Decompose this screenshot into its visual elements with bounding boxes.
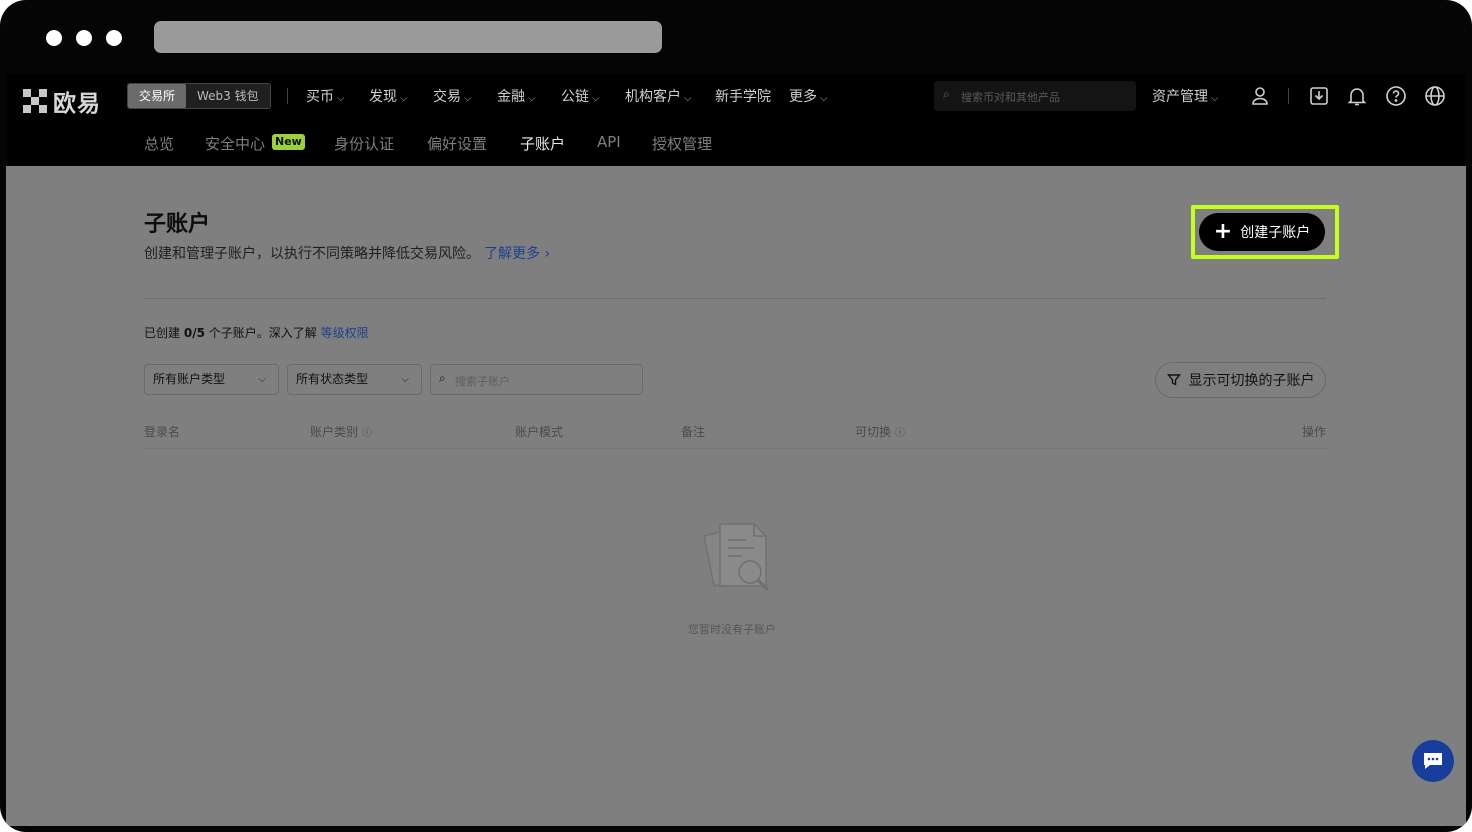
brand-logo[interactable]: 欧易 — [23, 84, 101, 118]
global-search-input[interactable]: ⌕ 搜索币对和其他产品 — [934, 81, 1136, 111]
learn-more-link[interactable]: 了解更多 › — [484, 246, 550, 262]
nav-item-institutional[interactable]: 机构客户 ⌵ — [625, 86, 692, 106]
logo-mark-icon — [23, 89, 47, 113]
status-type-select[interactable]: 所有状态类型 ⌵ — [287, 364, 422, 395]
empty-state-text: 您暂时没有子账户 — [688, 623, 776, 636]
nav-item-discover[interactable]: 发现 ⌵ — [369, 86, 408, 106]
chevron-down-icon: ⌵ — [528, 93, 536, 104]
chevron-down-icon: ⌵ — [684, 93, 692, 104]
create-subaccount-button[interactable]: + 创建子账户 — [1199, 213, 1325, 251]
bell-icon[interactable] — [1346, 85, 1368, 107]
chevron-down-icon: ⌵ — [464, 93, 472, 104]
nav-item-chain[interactable]: 公链 ⌵ — [561, 86, 600, 106]
user-icon[interactable] — [1249, 85, 1271, 107]
new-badge: New — [272, 134, 305, 150]
level-permission-link[interactable]: 等级权限 — [321, 326, 369, 340]
col-header-login: 登录名 — [144, 425, 181, 439]
top-navbar: 欧易 交易所 Web3 钱包 买币 ⌵ 发现 ⌵ 交易 ⌵ 金融 ⌵ 公链 ⌵ 机构客户 ⌵… — [6, 74, 1466, 118]
chevron-down-icon: ⌵ — [401, 374, 409, 385]
col-header-actions: 操作 — [1302, 425, 1327, 439]
plus-icon: + — [1213, 219, 1233, 244]
info-icon: ⓘ — [894, 428, 905, 439]
subnav-security[interactable]: 安全中心 — [205, 133, 265, 154]
tab-exchange[interactable]: 交易所 — [128, 84, 187, 108]
chevron-down-icon: ⌵ — [820, 93, 828, 104]
table-header-divider — [144, 448, 1326, 449]
highlight-box: + 创建子账户 — [1191, 205, 1339, 259]
chevron-down-icon: ⌵ — [400, 93, 408, 104]
chat-support-button[interactable] — [1412, 740, 1454, 782]
chevron-down-icon: ⌵ — [258, 374, 266, 385]
main-content: 子账户 创建和管理子账户，以执行不同策略并降低交易风险。 了解更多 › + 创建子… — [6, 166, 1466, 826]
subnav-preferences[interactable]: 偏好设置 — [427, 133, 487, 154]
browser-frame: 欧易 交易所 Web3 钱包 买币 ⌵ 发现 ⌵ 交易 ⌵ 金融 ⌵ 公链 ⌵ 机构客户 ⌵… — [0, 0, 1472, 832]
subnav-overview[interactable]: 总览 — [144, 133, 174, 154]
show-switchable-button[interactable]: 显示可切换的子账户 — [1155, 362, 1326, 398]
window-maximize-dot[interactable] — [106, 30, 122, 46]
chevron-down-icon: ⌵ — [1211, 93, 1219, 104]
window-minimize-dot[interactable] — [76, 30, 92, 46]
chevron-right-icon: › — [544, 246, 551, 262]
subnav-api[interactable]: API — [597, 133, 621, 151]
chevron-down-icon: ⌵ — [337, 93, 345, 104]
account-type-select[interactable]: 所有账户类型 ⌵ — [144, 364, 279, 395]
subnav-authorization[interactable]: 授权管理 — [652, 133, 712, 154]
col-header-remark: 备注 — [681, 425, 706, 439]
logo-text: 欧易 — [53, 91, 101, 117]
mode-switch: 交易所 Web3 钱包 — [127, 83, 271, 109]
tab-web3-wallet[interactable]: Web3 钱包 — [186, 84, 270, 108]
window-titlebar — [0, 0, 1472, 74]
search-icon: ⌕ — [943, 87, 950, 101]
subaccount-search-input[interactable]: ⌕ 搜索子账户 — [430, 364, 643, 395]
help-icon[interactable] — [1385, 85, 1407, 107]
page-description: 创建和管理子账户，以执行不同策略并降低交易风险。 了解更多 › — [144, 246, 551, 262]
chat-icon — [1424, 753, 1442, 769]
col-header-account-mode: 账户模式 — [515, 425, 564, 439]
col-header-switchable: 可切换 ⓘ — [855, 425, 905, 439]
subnav-verification[interactable]: 身份认证 — [334, 133, 394, 154]
download-icon[interactable] — [1308, 85, 1330, 107]
info-icon: ⓘ — [361, 428, 372, 439]
subaccount-count: 已创建 0/5 个子账户。深入了解 等级权限 — [144, 326, 369, 340]
nav-item-trade[interactable]: 交易 ⌵ — [433, 86, 472, 106]
globe-icon[interactable] — [1424, 85, 1446, 107]
nav-item-finance[interactable]: 金融 ⌵ — [497, 86, 536, 106]
nav-divider — [287, 88, 288, 104]
nav-item-academy[interactable]: 新手学院 — [715, 86, 771, 106]
icon-divider — [1288, 88, 1289, 104]
search-icon: ⌕ — [439, 371, 446, 385]
subnav-subaccount[interactable]: 子账户 — [520, 133, 565, 154]
account-subnav: 总览 安全中心 New 身份认证 偏好设置 子账户 API 授权管理 — [6, 118, 1466, 166]
chevron-down-icon: ⌵ — [592, 93, 600, 104]
page-title: 子账户 — [144, 212, 211, 237]
address-bar[interactable] — [154, 21, 662, 53]
empty-state-illustration — [694, 518, 784, 600]
col-header-account-type: 账户类别 ⓘ — [310, 425, 372, 439]
section-divider — [144, 298, 1326, 299]
window-close-dot[interactable] — [46, 30, 62, 46]
nav-item-assets[interactable]: 资产管理 ⌵ — [1152, 86, 1219, 106]
filter-icon — [1166, 374, 1181, 386]
nav-item-buy[interactable]: 买币 ⌵ — [306, 86, 345, 106]
nav-item-more[interactable]: 更多 ⌵ — [789, 86, 828, 106]
